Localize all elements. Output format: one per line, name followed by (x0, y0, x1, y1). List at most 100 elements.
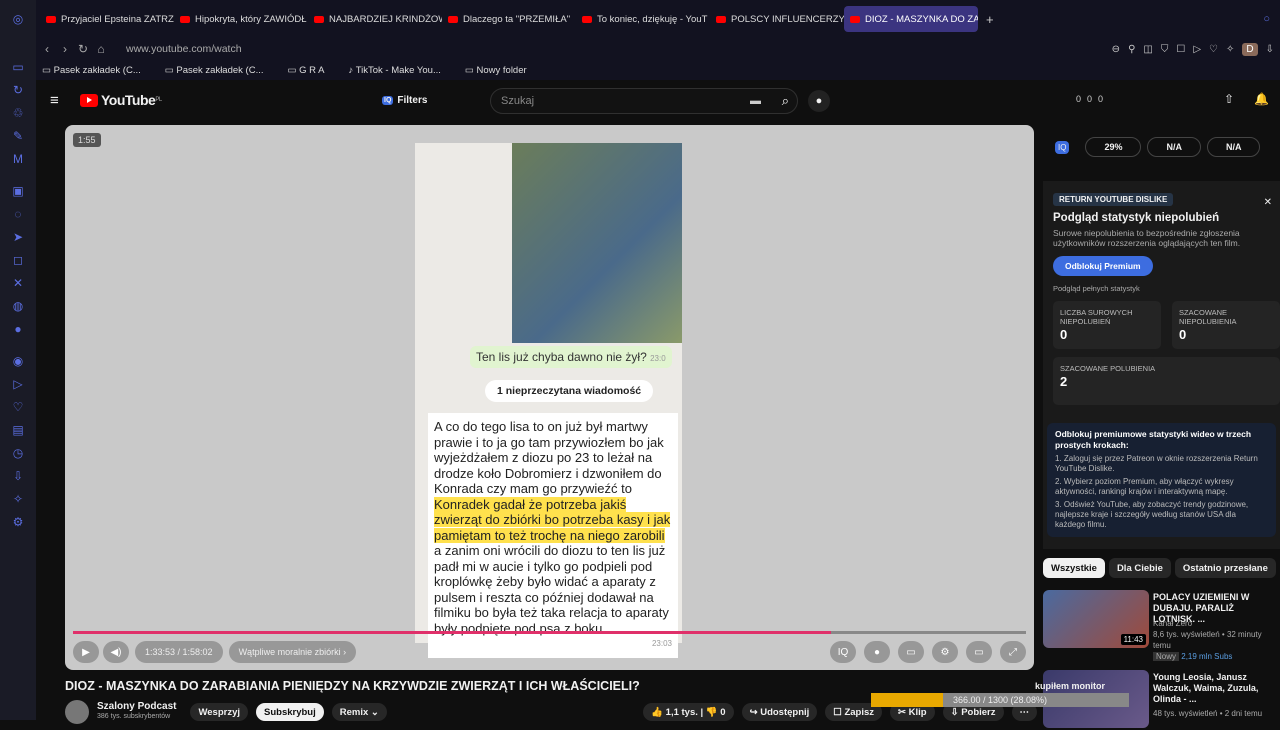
chip-for-you[interactable]: Dla Ciebie (1108, 558, 1171, 578)
robot-icon[interactable]: ♲ (9, 104, 27, 122)
iq-button[interactable]: IQ (830, 641, 856, 663)
tab-label: NAJBARDZIEJ KRINDŻOWE (329, 13, 442, 25)
download-icon[interactable]: ⇩ (9, 467, 27, 485)
settings-icon[interactable]: ⚙ (932, 641, 958, 663)
progress-bar[interactable] (73, 631, 1026, 634)
play-icon[interactable]: ▷ (1193, 44, 1201, 55)
logo-text: YouTube (101, 92, 156, 108)
search-input[interactable]: Szukaj ▬ ⌕ (490, 88, 798, 114)
zoom-icon[interactable]: ⊖ (1112, 44, 1120, 55)
wallet-icon[interactable]: ▤ (9, 421, 27, 439)
send-icon[interactable]: ▷ (9, 375, 27, 393)
download-progress: 366.00 / 1300 (28.08%) (871, 693, 1129, 707)
bookmark-folder[interactable]: ▭ Nowy folder (465, 65, 539, 76)
telegram-icon[interactable]: ➤ (9, 228, 27, 246)
bookmark-folder[interactable]: ▭ Pasek zakładek (C... (42, 65, 153, 76)
reload-icon[interactable]: ↻ (74, 42, 92, 56)
chapter-button[interactable]: Wątpliwe moralnie zbiórki › (228, 641, 357, 663)
panel-tag: RETURN YOUTUBE DISLIKE (1053, 193, 1174, 206)
support-button[interactable]: Wesprzyj (190, 703, 249, 721)
chat-icon[interactable]: ◉ (9, 352, 27, 370)
sync-icon[interactable]: ↻ (9, 81, 27, 99)
twitch-icon[interactable]: ▣ (9, 182, 27, 200)
pin-icon[interactable]: ⚲ (1128, 44, 1135, 55)
download-icon[interactable]: ⇩ (1266, 44, 1274, 55)
close-icon[interactable]: ✕ (1264, 197, 1272, 208)
chapter-label: Wątpliwe moralnie zbiórki (238, 647, 341, 657)
bookmark-folder[interactable]: ▭ G R A (288, 65, 337, 76)
video-thumbnail[interactable]: 11:43 (1043, 590, 1149, 648)
url-field[interactable]: www.youtube.com/watch (126, 43, 242, 55)
bookmark-link[interactable]: ♪ TikTok - Make You... (348, 65, 452, 76)
recommended-video[interactable]: 11:43 POLACY UZIEMIENI W DUBAJU. PARALIŻ… (1043, 590, 1280, 661)
search-icon[interactable]: ⌕ (782, 93, 789, 109)
forward-icon[interactable]: › (56, 42, 74, 56)
tab[interactable]: POLSCY INFLUENCERZY (710, 6, 844, 32)
shield-icon[interactable]: ⛉ (1161, 44, 1169, 55)
new-tab-icon[interactable]: + (986, 12, 994, 27)
filters-button[interactable]: IQ Filters (382, 90, 427, 110)
discord-icon[interactable]: ◍ (9, 297, 27, 315)
search-placeholder: Szukaj (501, 95, 535, 107)
chip-recent[interactable]: Ostatnio przesłane (1174, 558, 1276, 578)
preview-link[interactable]: Podgląd pełnych statystyk (1053, 284, 1270, 294)
messenger-icon[interactable]: ◌ (9, 205, 27, 223)
tabs-icon[interactable]: ▭ (9, 58, 27, 76)
message-text: A co do tego lisa to on już był martwy p… (428, 413, 678, 658)
instagram-icon[interactable]: ◻ (9, 251, 27, 269)
bookmark-folder[interactable]: ▭ Pasek zakładek (C... (165, 65, 276, 76)
back-icon[interactable]: ‹ (38, 42, 56, 56)
bookmarks-bar: ▭ Pasek zakładek (C... ▭ Pasek zakładek … (36, 60, 1280, 80)
remix-button[interactable]: Remix ⌄ (331, 703, 387, 721)
channel-name[interactable]: Szalony Podcast (97, 702, 176, 712)
tab[interactable]: Dlaczego ta "PRZEMIŁA" (442, 6, 576, 32)
channel-name[interactable]: Kanał Zero (1153, 619, 1192, 628)
m-icon[interactable]: M (9, 150, 27, 168)
video-title[interactable]: Young Leosia, Janusz Walczuk, Waima, Zuz… (1153, 672, 1278, 705)
tab[interactable]: NAJBARDZIEJ KRINDŻOWE (308, 6, 442, 32)
edit-icon[interactable]: ✎ (9, 127, 27, 145)
heart-icon[interactable]: ♡ (9, 398, 27, 416)
favorite-icon[interactable]: ♡ (1209, 44, 1218, 55)
screenshot-icon[interactable]: ◫ (1143, 44, 1152, 55)
premium-button[interactable]: Odblokuj Premium (1053, 256, 1153, 276)
like-button[interactable]: 👍 1,1 tys. | 👎 0 (643, 703, 734, 721)
stat-card: SZACOWANE POLUBIENIA 2 (1053, 357, 1280, 405)
video-player[interactable]: 1:55 Ten lis już chyba dawno nie żył? 23… (65, 125, 1034, 670)
tab-active[interactable]: DIOZ - MASZYNKA DO ZA (844, 6, 978, 32)
avatar[interactable] (65, 700, 89, 724)
search-tabs-icon[interactable]: ○ (1263, 13, 1270, 25)
menu-icon[interactable]: ≡ (50, 92, 59, 109)
bookmark-icon[interactable]: ☐ (1176, 44, 1185, 55)
autoplay-toggle[interactable]: ● (864, 641, 890, 663)
extensions-icon[interactable]: ✧ (9, 490, 27, 508)
iq-icon[interactable]: IQ (1055, 140, 1070, 154)
volume-button[interactable]: ◀) (103, 641, 129, 663)
share-button[interactable]: ↪ Udostępnij (741, 703, 818, 721)
upload-icon[interactable]: ⇧ (1224, 92, 1234, 106)
chip-all[interactable]: Wszystkie (1043, 558, 1105, 578)
tab[interactable]: To koniec, dziękuję - YouT (576, 6, 710, 32)
history-icon[interactable]: ◷ (9, 444, 27, 462)
play-button[interactable]: ▶ (73, 641, 99, 663)
duration-badge: 11:43 (1120, 634, 1146, 645)
settings-icon[interactable]: ⚙ (9, 513, 27, 531)
avatar[interactable]: D (1242, 42, 1258, 56)
tab-bar: Przyjaciel Epsteina ZATRZ Hipokryta, któ… (36, 0, 1280, 38)
keyboard-icon[interactable]: ▬ (750, 95, 761, 107)
youtube-logo[interactable]: YouTube PL (80, 92, 162, 108)
notifications-icon[interactable]: 🔔 (1254, 92, 1269, 106)
browser-logo-icon[interactable]: ◎ (9, 10, 27, 28)
subscribe-button[interactable]: Subskrybuj (256, 703, 324, 721)
extensions-icon[interactable]: ✧ (1226, 44, 1234, 55)
tab[interactable]: Przyjaciel Epsteina ZATRZ (40, 6, 174, 32)
unread-label: 1 nieprzeczytana wiadomość (485, 380, 654, 402)
theater-button[interactable]: ▭ (966, 641, 992, 663)
fullscreen-button[interactable]: ⤢ (1000, 641, 1026, 663)
download-label: Pobierz (961, 706, 996, 718)
app-icon[interactable]: ● (9, 320, 27, 338)
x-icon[interactable]: ✕ (9, 274, 27, 292)
mic-icon[interactable]: ● (808, 90, 830, 112)
tab[interactable]: Hipokryta, który ZAWIÓDŁ (174, 6, 308, 32)
subtitles-button[interactable]: ▭ (898, 641, 924, 663)
